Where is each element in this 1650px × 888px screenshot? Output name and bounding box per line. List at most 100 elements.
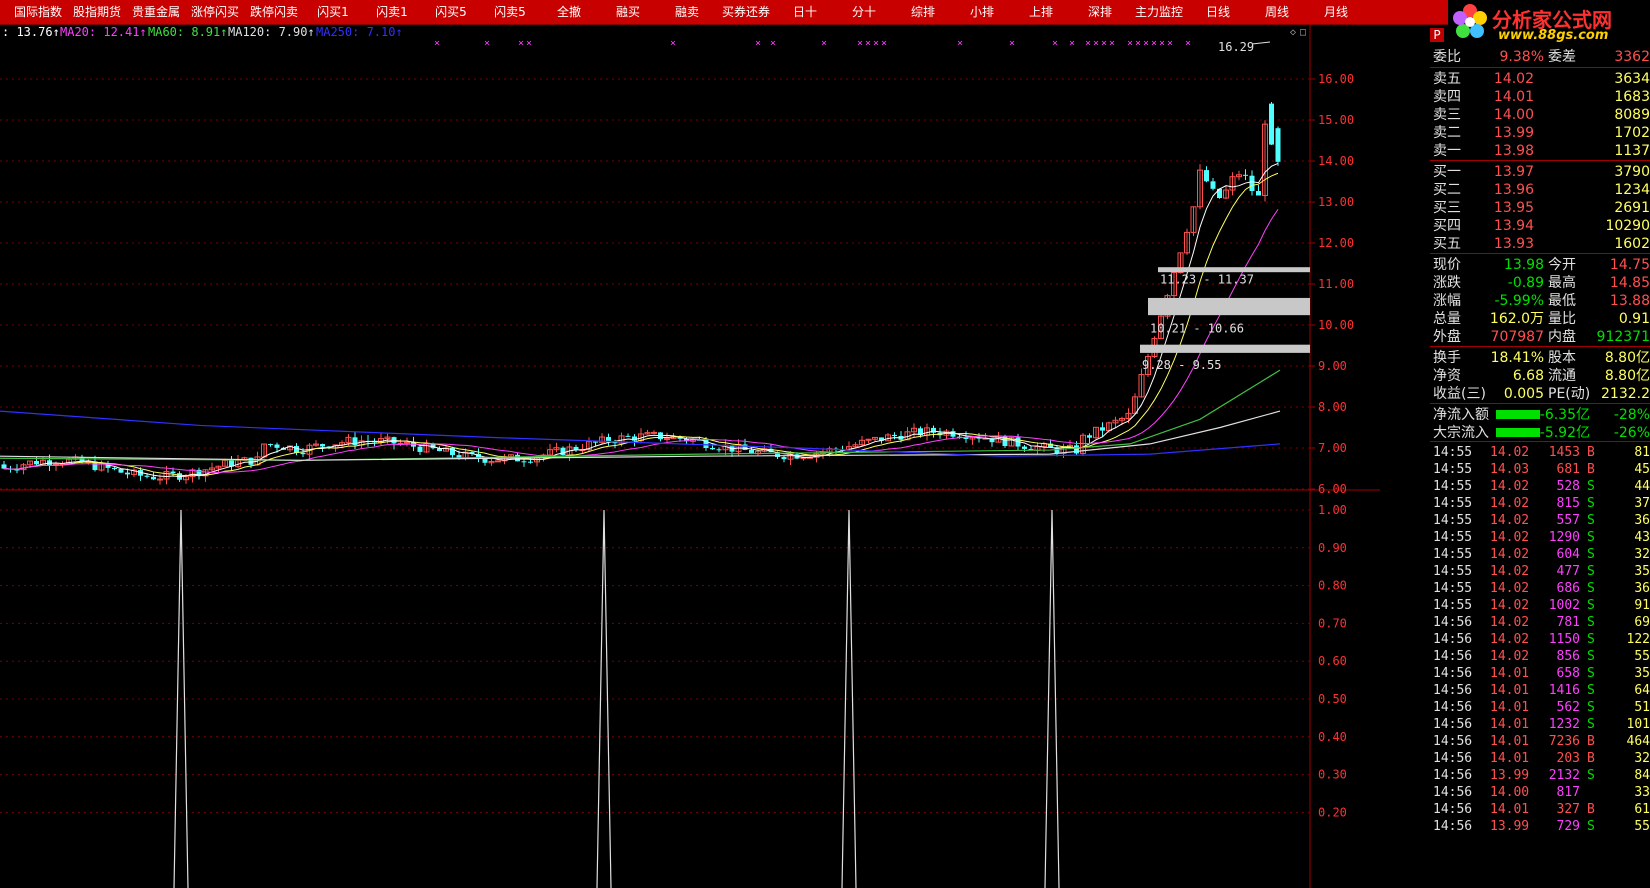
tick-row-cell: 84 <box>1634 768 1650 783</box>
toolbar-button-12[interactable]: 买券还券 <box>718 0 774 24</box>
tick-row-cell: 36 <box>1634 581 1650 596</box>
tick-row: 14:56 14.01 1232 S 101 <box>1430 716 1650 734</box>
tick-row-cell: S <box>1587 683 1595 698</box>
tick-row-cell: 14.03 <box>1490 462 1530 477</box>
tick-row-cell: S <box>1587 666 1595 681</box>
support-zone-bar <box>1158 267 1310 273</box>
fund-row-cell: 8.80亿 <box>1604 350 1650 366</box>
fund-row-cell: 流通 <box>1548 368 1576 384</box>
top-toolbar: 国际指数 股指期货 贵重金属 涨停闪买 跌停闪卖 闪买1 闪卖1 闪买5 闪卖5 全撤 融买 融卖 买券… <box>0 0 1448 25</box>
ask-row: 卖一 13.98 1137 <box>1430 142 1650 160</box>
tick-row-cell: S <box>1587 581 1595 596</box>
tick-row-cell: 14:55 <box>1433 564 1473 579</box>
candle-body <box>294 446 299 453</box>
toolbar-button-8[interactable]: 闪卖5 <box>482 0 538 24</box>
tick-row-cell: 14:56 <box>1433 717 1473 732</box>
tick-row: 14:56 14.01 562 S 51 <box>1430 699 1650 717</box>
toolbar-button-20[interactable]: 日线 <box>1190 0 1246 24</box>
toolbar-button-16[interactable]: 小排 <box>954 0 1010 24</box>
support-zone-label: 10.21 - 10.66 <box>1150 322 1244 336</box>
tick-row-cell: 14.02 <box>1490 496 1530 511</box>
bid-row-cell: 13.97 <box>1493 164 1534 180</box>
signal-marker-icon: × <box>770 38 776 49</box>
toolbar-button-14[interactable]: 分十 <box>836 0 892 24</box>
candle-body <box>268 444 273 446</box>
flow-row-cell: 大宗流入 <box>1433 425 1489 441</box>
toolbar-button-3[interactable]: 涨停闪买 <box>187 0 243 24</box>
toolbar-button-5[interactable]: 闪买1 <box>305 0 361 24</box>
toolbar-button-2[interactable]: 贵重金属 <box>128 0 184 24</box>
signal-marker-icon: × <box>857 38 863 49</box>
tick-row-cell: 14:56 <box>1433 751 1473 766</box>
tick-row-cell: 14:56 <box>1433 666 1473 681</box>
toolbar-button-10[interactable]: 融买 <box>600 0 656 24</box>
tick-row-cell: 1416 <box>1548 683 1580 698</box>
support-zone-bar <box>1148 297 1310 316</box>
toolbar-button-15[interactable]: 综排 <box>895 0 951 24</box>
stat-row-cell: 162.0万 <box>1489 311 1544 327</box>
toolbar-button-0[interactable]: 国际指数 <box>10 0 66 24</box>
candle-body <box>1087 435 1092 438</box>
tick-row-cell: 14.01 <box>1490 700 1530 715</box>
fund-row-cell: 18.41% <box>1490 350 1544 366</box>
toolbar-button-1[interactable]: 股指期货 <box>69 0 125 24</box>
tick-row-cell: S <box>1587 496 1595 511</box>
toolbar-button-13[interactable]: 日十 <box>777 0 833 24</box>
toolbar-button-22[interactable]: 月线 <box>1308 0 1364 24</box>
candle-body <box>1275 128 1281 162</box>
toolbar-button-7[interactable]: 闪买5 <box>423 0 479 24</box>
bid-row-cell: 3790 <box>1614 164 1650 180</box>
tick-row-cell: 658 <box>1556 666 1580 681</box>
ask-row-cell: 1683 <box>1614 89 1650 105</box>
tick-row-cell: 1002 <box>1548 598 1580 613</box>
signal-marker-icon: × <box>1159 38 1165 49</box>
tick-row-cell: 81 <box>1634 445 1650 460</box>
tick-row-cell: 14:55 <box>1433 513 1473 528</box>
tick-row-cell: 14.01 <box>1490 666 1530 681</box>
candle-body <box>170 471 176 474</box>
toolbar-button-21[interactable]: 周线 <box>1249 0 1305 24</box>
flow-row-cell: -6.35亿 <box>1539 407 1590 423</box>
stat-row-cell: 14.85 <box>1609 275 1650 291</box>
flow-row-cell: -26% <box>1613 425 1650 441</box>
high-price-pointer <box>1251 41 1271 45</box>
candle-body <box>417 446 423 452</box>
ma-legend-ma60: MA60: 8.91↑ <box>148 25 227 39</box>
stat-row-cell: 涨跌 <box>1433 275 1461 291</box>
candle-body <box>560 447 566 456</box>
tick-row-cell: 1150 <box>1548 632 1580 647</box>
tick-row-cell: 55 <box>1634 819 1650 834</box>
tick-row-cell: 14:55 <box>1433 530 1473 545</box>
tick-row-cell: 14:55 <box>1433 581 1473 596</box>
small-diamond-icon: ◇ <box>1290 27 1296 38</box>
bid-row-cell: 2691 <box>1614 200 1650 216</box>
kline-chart[interactable]: 16.00 15.00 14.00 13.00 12.00 11.00 10.00 9.00 8… <box>0 24 1380 888</box>
tick-row-cell: 14:55 <box>1433 462 1473 477</box>
ma-legend-ma120: MA120: 7.90↑ <box>228 25 315 39</box>
candle-body <box>144 475 150 477</box>
candle-body <box>151 476 156 480</box>
tick-row-cell: S <box>1587 479 1595 494</box>
tick-row: 14:55 14.02 604 S 32 <box>1430 546 1650 564</box>
tick-row-cell: 45 <box>1634 462 1650 477</box>
signal-marker-icon: × <box>881 38 887 49</box>
toolbar-button-6[interactable]: 闪卖1 <box>364 0 420 24</box>
tick-row-cell: 43 <box>1634 530 1650 545</box>
tick-row: 14:56 13.99 2132 S 84 <box>1430 767 1650 785</box>
tick-row-cell: 14.01 <box>1490 751 1530 766</box>
toolbar-button-18[interactable]: 深排 <box>1072 0 1128 24</box>
toolbar-button-4[interactable]: 跌停闪卖 <box>246 0 302 24</box>
high-price-label: 16.29 <box>1218 40 1254 54</box>
site-logo: 分析家公式网 www.88gs.com <box>1448 0 1650 46</box>
signal-marker-icon: × <box>526 38 532 49</box>
tick-row-cell: 14:56 <box>1433 700 1473 715</box>
candle-body <box>664 438 670 441</box>
tick-row-cell: 14.01 <box>1490 734 1530 749</box>
toolbar-button-19[interactable]: 主力监控 <box>1131 0 1187 24</box>
toolbar-button-9[interactable]: 全撤 <box>541 0 597 24</box>
toolbar-button-17[interactable]: 上排 <box>1013 0 1069 24</box>
candle-body <box>1249 175 1255 192</box>
tick-row-cell: 14.02 <box>1490 564 1530 579</box>
price-axis-label: 6.00 <box>1318 482 1347 496</box>
toolbar-button-11[interactable]: 融卖 <box>659 0 715 24</box>
